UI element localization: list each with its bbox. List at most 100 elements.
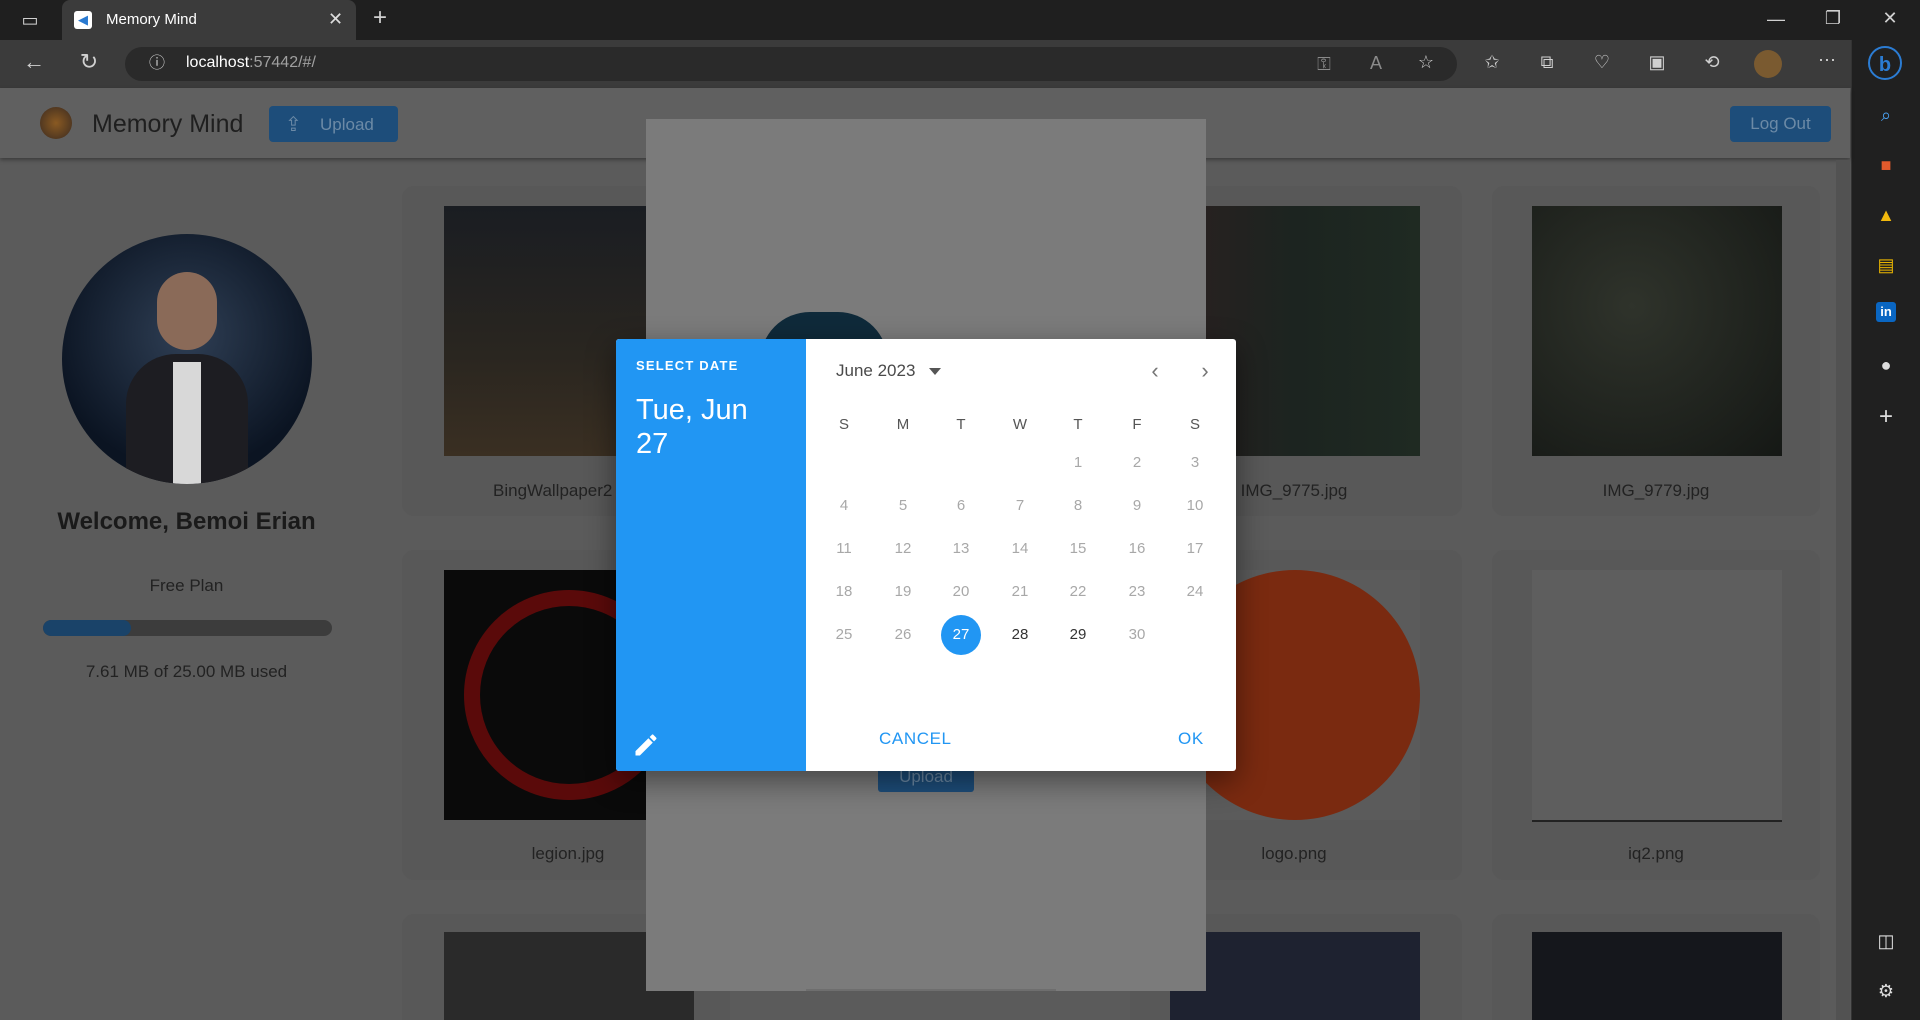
weekday-label: T <box>956 416 966 433</box>
calendar-day: 6 <box>956 497 966 514</box>
weekday-label: M <box>896 416 910 433</box>
upload-button-label: Upload <box>320 115 374 134</box>
weekday-label: F <box>1132 416 1142 433</box>
edit-pencil-icon[interactable] <box>632 731 660 759</box>
weekday-label: S <box>838 416 849 433</box>
ok-button[interactable]: OK <box>1178 729 1204 749</box>
logout-button[interactable]: Log Out <box>1730 106 1831 142</box>
calendar-day: 16 <box>1128 540 1146 557</box>
settings-gear-icon[interactable]: ⚙ <box>1873 978 1899 1004</box>
calendar-day[interactable]: 28 <box>1000 615 1040 655</box>
app-logo <box>40 107 72 139</box>
calendar-day: 1 <box>1073 454 1083 471</box>
calendar-day-selected[interactable]: 27 <box>941 615 981 655</box>
search-icon[interactable]: ⌕ <box>1873 102 1899 128</box>
storage-usage-text: 7.61 MB of 25.00 MB used <box>85 662 288 681</box>
tab-close-icon[interactable]: ✕ <box>328 9 343 30</box>
calendar-day: 13 <box>952 540 970 557</box>
shirt <box>173 362 201 484</box>
calendar-day: 9 <box>1132 497 1142 514</box>
close-window-icon[interactable]: ✕ <box>1878 8 1902 28</box>
calendar-day: 7 <box>1015 497 1025 514</box>
browser-sidebar <box>1851 40 1920 1020</box>
drive-icon[interactable]: ▲ <box>1873 202 1899 228</box>
profile-avatar-photo <box>62 234 312 484</box>
favorite-star-icon[interactable]: ☆ <box>1414 52 1438 72</box>
weekday-label: W <box>1012 416 1028 433</box>
back-icon[interactable]: ← <box>22 51 46 73</box>
browser-tab[interactable]: ◀ Memory Mind ✕ <box>62 0 356 40</box>
gallery-thumbnail <box>1532 206 1782 456</box>
calendar-day: 22 <box>1069 583 1087 600</box>
tab-favicon-icon: ◀ <box>74 11 92 29</box>
copilot-extension-icon[interactable]: ⟲ <box>1700 52 1724 72</box>
weekday-label: S <box>1189 416 1200 433</box>
calendar-day: 23 <box>1128 583 1146 600</box>
gallery-thumbnail <box>1532 570 1782 822</box>
calendar-day: 19 <box>894 583 912 600</box>
calendar-day: 14 <box>1011 540 1029 557</box>
calendar-day: 26 <box>894 626 912 643</box>
welcome-heading: Welcome, Bemoi Erian <box>57 508 316 535</box>
more-menu-icon[interactable]: ⋯ <box>1815 50 1839 70</box>
plan-label: Free Plan <box>149 576 224 595</box>
weekday-label: T <box>1073 416 1083 433</box>
calendar-day: 8 <box>1073 497 1083 514</box>
app-title: Memory Mind <box>92 110 244 138</box>
calendar-day: 30 <box>1128 626 1146 643</box>
math-solver-icon[interactable]: ▣ <box>1645 52 1669 72</box>
new-tab-icon[interactable]: + <box>368 6 392 30</box>
calendar-day: 10 <box>1186 497 1204 514</box>
restore-icon[interactable]: ❐ <box>1821 8 1845 28</box>
selected-date-line2: 27 <box>636 428 669 460</box>
linkedin-icon[interactable]: in <box>1876 302 1896 322</box>
url-path: :57442/#/ <box>249 54 316 71</box>
calendar-day: 5 <box>898 497 908 514</box>
calendar-day: 12 <box>894 540 912 557</box>
bing-icon[interactable]: b <box>1868 46 1902 80</box>
calendar-day: 15 <box>1069 540 1087 557</box>
selected-date-display: Tue, Jun 27 <box>636 393 786 461</box>
sidebar-toggle-icon[interactable]: ◫ <box>1873 928 1899 954</box>
page-scrollbar[interactable] <box>1836 160 1850 1020</box>
address-bar[interactable] <box>125 47 1457 81</box>
month-year-label: June 2023 <box>836 361 916 380</box>
url-host: localhost <box>186 54 250 71</box>
tab-actions-icon[interactable]: ▭ <box>18 10 42 30</box>
favorites-icon[interactable]: ✩ <box>1480 52 1504 72</box>
calendar-day: 3 <box>1190 454 1200 471</box>
password-key-icon[interactable]: ⚿ <box>1312 54 1336 74</box>
person-face <box>157 272 217 350</box>
tools-icon[interactable]: ■ <box>1873 152 1899 178</box>
previous-month-icon[interactable]: ‹ <box>1142 358 1168 384</box>
next-month-icon[interactable]: › <box>1192 358 1218 384</box>
calendar-day: 20 <box>952 583 970 600</box>
github-icon[interactable]: ● <box>1873 352 1899 378</box>
url-text: localhost:57442/#/ <box>186 54 316 72</box>
calendar-day: 25 <box>835 626 853 643</box>
calendar-day: 24 <box>1186 583 1204 600</box>
gallery-caption: iq2.png <box>1628 844 1684 863</box>
date-picker-header: SELECT DATE Tue, Jun 27 <box>616 339 806 771</box>
select-date-label: SELECT DATE <box>636 358 739 373</box>
read-aloud-icon[interactable]: A <box>1364 53 1388 73</box>
collections-icon[interactable]: ⧉ <box>1535 52 1559 72</box>
health-icon[interactable]: ♡ <box>1590 52 1614 72</box>
refresh-icon[interactable]: ↻ <box>77 51 101 73</box>
upload-button[interactable]: ⇪ Upload <box>269 106 398 142</box>
cancel-button[interactable]: CANCEL <box>879 729 952 749</box>
calendar-day[interactable]: 29 <box>1058 615 1098 655</box>
gallery-thumbnail <box>1532 932 1782 1020</box>
contacts-icon[interactable]: ▤ <box>1873 252 1899 278</box>
dropdown-caret-icon <box>929 368 941 375</box>
date-picker-dialog: SELECT DATE Tue, Jun 27 June 2023 ‹ › S M… <box>616 339 1236 771</box>
minimize-icon[interactable]: — <box>1764 9 1788 29</box>
storage-progress-fill <box>43 620 131 636</box>
calendar-day: 4 <box>839 497 849 514</box>
add-sidebar-app-icon[interactable]: + <box>1873 404 1899 430</box>
upload-icon: ⇪ <box>285 114 302 136</box>
profile-avatar[interactable] <box>1754 50 1782 78</box>
site-info-icon[interactable]: ⓘ <box>145 54 169 74</box>
calendar-day: 21 <box>1011 583 1029 600</box>
gallery-caption: IMG_9779.jpg <box>1602 481 1710 500</box>
